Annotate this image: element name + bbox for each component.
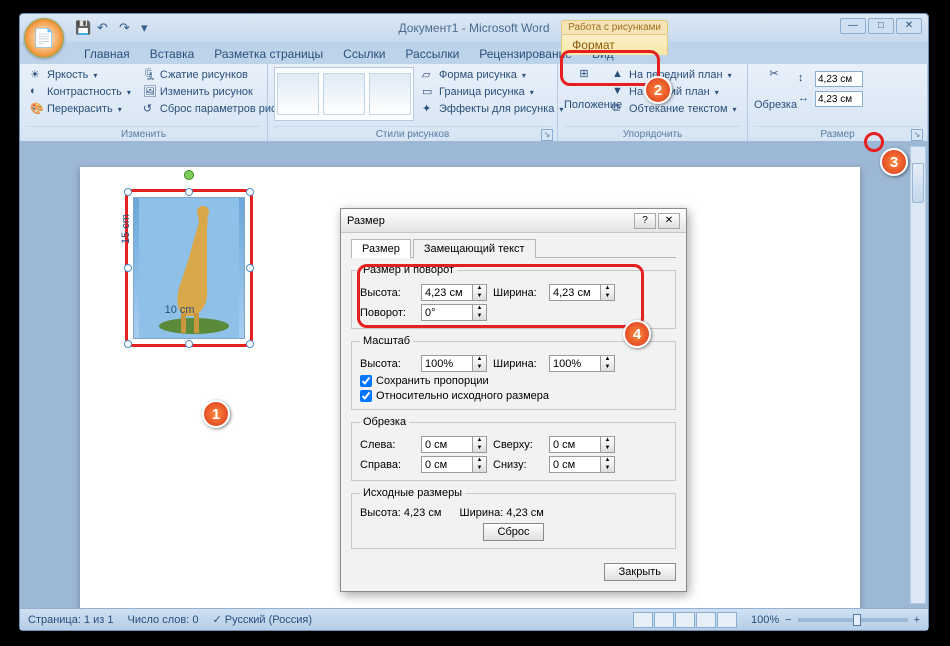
crop-top-input[interactable]: ▲▼ (549, 436, 615, 453)
selected-image[interactable]: 15 cm 10 cm (125, 189, 253, 347)
height-annotation: 15 cm (120, 214, 132, 244)
group-arrange-title: Упорядочить (564, 126, 741, 140)
group-size-title: Размер↘ (754, 126, 921, 140)
picture-shape-button[interactable]: ▱Форма рисунка (418, 67, 567, 83)
close-button[interactable]: ✕ (896, 18, 922, 34)
picture-effects-button[interactable]: ✦Эффекты для рисунка (418, 101, 567, 117)
brightness-button[interactable]: ☀Яркость (26, 67, 135, 83)
dialog-close-button[interactable]: ✕ (658, 213, 680, 229)
zoom-level[interactable]: 100% (751, 614, 779, 626)
crop-bottom-input[interactable]: ▲▼ (549, 456, 615, 473)
scale-width-input[interactable]: ▲▼ (549, 355, 615, 372)
tab-insert[interactable]: Вставка (140, 44, 205, 64)
ribbon-tabs: Главная Вставка Разметка страницы Ссылки… (20, 42, 928, 64)
bring-front-button[interactable]: ▲На передний план (608, 67, 741, 83)
scale-height-input[interactable]: ▲▼ (421, 355, 487, 372)
callout-num-1: 1 (202, 400, 230, 428)
width-input[interactable]: ▲▼ (549, 284, 615, 301)
group-adjust-title: Изменить (26, 126, 261, 140)
close-dialog-button[interactable]: Закрыть (604, 563, 676, 581)
tab-mailings[interactable]: Рассылки (395, 44, 469, 64)
size-launcher-icon[interactable]: ↘ (911, 129, 923, 141)
status-words[interactable]: Число слов: 0 (128, 614, 199, 626)
window-title: Документ1 - Microsoft Word (20, 21, 928, 35)
context-tab-label: Работа с рисунками (561, 20, 668, 34)
contrast-button[interactable]: ◐Контрастность (26, 84, 135, 100)
dialog-tab-alt[interactable]: Замещающий текст (413, 239, 536, 258)
crop-left-input[interactable]: ▲▼ (421, 436, 487, 453)
rotation-input[interactable]: ▲▼ (421, 304, 487, 321)
crop-button[interactable]: ✂Обрезка (754, 67, 794, 111)
minimize-button[interactable]: — (840, 18, 866, 34)
zoom-control[interactable]: 100% − + (751, 614, 920, 626)
zoom-slider[interactable] (798, 618, 908, 622)
status-bar: Страница: 1 из 1 Число слов: 0 ✓ Русский… (20, 608, 928, 630)
width-label: Ширина: (493, 287, 543, 299)
picture-border-button[interactable]: ▭Граница рисунка (418, 84, 567, 100)
title-bar: 📄 💾 ↶ ↷ ▾ Документ1 - Microsoft Word — □… (20, 14, 928, 42)
view-buttons[interactable] (633, 612, 737, 628)
styles-launcher-icon[interactable]: ↘ (541, 129, 553, 141)
picture-styles-gallery[interactable] (274, 67, 414, 121)
position-button[interactable]: ⊞Положение (564, 67, 604, 117)
send-back-button[interactable]: ▼На задний план (608, 84, 741, 100)
zoom-in-icon[interactable]: + (914, 614, 920, 626)
width-spinner[interactable]: ↔ (798, 91, 863, 107)
relative-checkbox[interactable]: Относительно исходного размера (360, 390, 667, 402)
height-spinner[interactable]: ↕ (798, 71, 863, 87)
rotation-handle[interactable] (184, 170, 194, 180)
dialog-title-bar[interactable]: Размер ? ✕ (341, 209, 686, 233)
zoom-out-icon[interactable]: − (785, 614, 791, 626)
width-annotation: 10 cm (165, 304, 195, 316)
size-dialog: Размер ? ✕ Размер Замещающий текст Разме… (340, 208, 687, 592)
ribbon: ☀Яркость ◐Контрастность 🎨Перекрасить 🗜Сж… (20, 64, 928, 142)
reset-button[interactable]: Сброс (483, 523, 545, 541)
text-wrap-button[interactable]: ⧉Обтекание текстом (608, 101, 741, 117)
original-width: Ширина: 4,23 см (460, 507, 544, 519)
dialog-help-button[interactable]: ? (634, 213, 656, 229)
tab-format[interactable]: Формат (561, 34, 668, 55)
original-height: Высота: 4,23 см (360, 507, 441, 519)
maximize-button[interactable]: □ (868, 18, 894, 34)
dialog-title: Размер (347, 215, 385, 227)
tab-references[interactable]: Ссылки (333, 44, 395, 64)
rotation-label: Поворот: (360, 307, 415, 319)
status-page[interactable]: Страница: 1 из 1 (28, 614, 114, 626)
tab-layout[interactable]: Разметка страницы (204, 44, 333, 64)
office-button[interactable]: 📄 (24, 18, 64, 58)
scale-group: Масштаб Высота: ▲▼ Ширина: ▲▼ Сохранить … (351, 335, 676, 410)
dialog-tab-size[interactable]: Размер (351, 239, 411, 258)
tab-home[interactable]: Главная (74, 44, 140, 64)
lock-aspect-checkbox[interactable]: Сохранить пропорции (360, 375, 667, 387)
contextual-tab-group: Работа с рисунками Формат (561, 20, 668, 55)
vertical-scrollbar[interactable] (910, 146, 926, 604)
callout-num-4: 4 (623, 320, 651, 348)
group-styles-title: Стили рисунков↘ (274, 126, 551, 140)
giraffe-image[interactable] (133, 197, 245, 339)
callout-num-3: 3 (880, 148, 908, 176)
status-lang[interactable]: ✓ Русский (Россия) (212, 613, 312, 626)
size-rotate-group: Размер и поворот Высота: ▲▼ Ширина: ▲▼ П… (351, 264, 676, 329)
height-input[interactable]: ▲▼ (421, 284, 487, 301)
callout-num-2: 2 (644, 76, 672, 104)
crop-right-input[interactable]: ▲▼ (421, 456, 487, 473)
original-size-group: Исходные размеры Высота: 4,23 см Ширина:… (351, 487, 676, 549)
crop-group: Обрезка Слева: ▲▼ Сверху: ▲▼ Справа: ▲▼ … (351, 416, 676, 481)
recolor-button[interactable]: 🎨Перекрасить (26, 101, 135, 117)
height-label: Высота: (360, 287, 415, 299)
